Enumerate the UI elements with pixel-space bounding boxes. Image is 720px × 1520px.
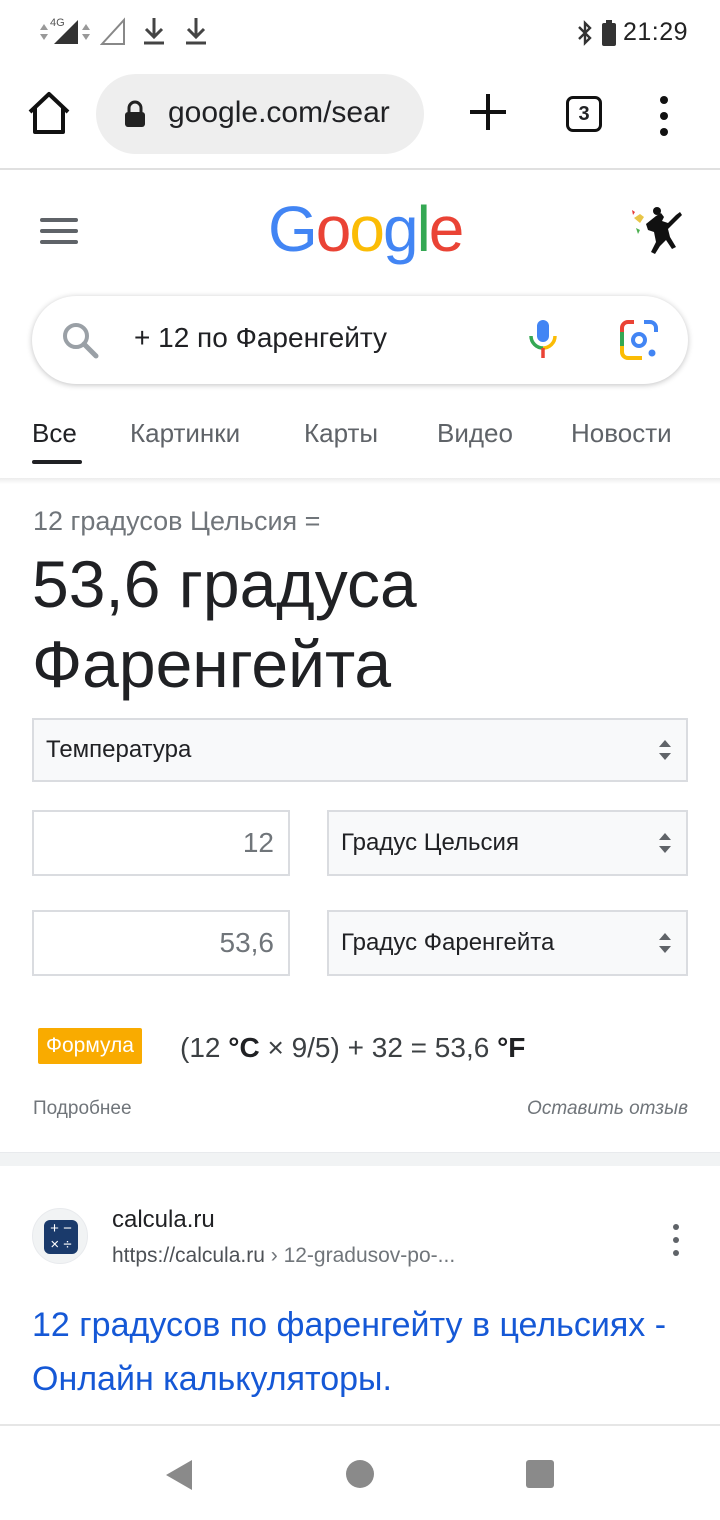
result-site-name[interactable]: calcula.ru — [112, 1206, 215, 1234]
system-nav-bar — [0, 1424, 720, 1520]
converter-subtitle: 12 градусов Цельсия = — [33, 506, 321, 536]
formula-text: (12 °C × 9/5) + 32 = 53,6 °F — [180, 1032, 526, 1063]
result-more-icon[interactable] — [668, 1222, 684, 1258]
from-value-input[interactable]: 12 — [32, 810, 290, 876]
tab-images[interactable]: Картинки — [130, 418, 240, 449]
microphone-icon[interactable] — [528, 318, 558, 360]
to-value-input[interactable]: 53,6 — [32, 910, 290, 976]
battery-icon — [601, 19, 616, 46]
download-icon — [144, 18, 164, 45]
logo-letter: o — [349, 193, 385, 265]
chevron-updown-icon — [659, 740, 671, 760]
from-unit-select[interactable]: Градус Цельсия — [327, 810, 688, 876]
avatar[interactable] — [626, 198, 688, 258]
search-box[interactable]: + 12 по Фаренгейту — [32, 296, 688, 384]
url-text: google.com/sear — [168, 96, 390, 129]
chevron-updown-icon — [659, 833, 671, 853]
site-favicon: + − × ÷ — [32, 1208, 88, 1264]
network-type: 4G — [50, 17, 65, 29]
download-icon-2 — [186, 18, 206, 45]
status-right: 21:29 — [575, 18, 688, 47]
more-vert-icon[interactable] — [650, 94, 678, 138]
url-bar[interactable]: google.com/sear — [96, 74, 424, 154]
google-lens-icon[interactable] — [618, 320, 660, 360]
recents-icon[interactable] — [526, 1460, 554, 1488]
new-tab-icon[interactable] — [466, 90, 510, 134]
from-unit-label: Градус Цельсия — [341, 829, 519, 856]
search-icon[interactable] — [60, 320, 100, 360]
browser-toolbar: google.com/sear 3 — [0, 66, 720, 170]
clock: 21:29 — [622, 18, 688, 46]
bluetooth-icon — [578, 19, 592, 46]
tab-count: 3 — [578, 102, 590, 125]
unit-type-select[interactable]: Температура — [32, 718, 688, 782]
status-bar: 4G 21:29 — [0, 0, 720, 66]
converter-result-line1: 53,6 градуса — [32, 547, 417, 621]
logo-letter: l — [416, 193, 431, 265]
back-icon[interactable] — [164, 1458, 194, 1492]
to-unit-label: Градус Фаренгейта — [341, 929, 555, 956]
from-value: 12 — [242, 827, 274, 858]
active-tab-indicator — [32, 460, 82, 464]
result-url[interactable]: https://calcula.ru › 12-gradusov-po-... — [112, 1244, 455, 1268]
search-query[interactable]: + 12 по Фаренгейту — [134, 322, 387, 354]
tab-all[interactable]: Все — [32, 418, 77, 449]
logo-letter: e — [428, 193, 465, 265]
home-icon[interactable] — [26, 90, 72, 136]
to-unit-select[interactable]: Градус Фаренгейта — [327, 910, 688, 976]
tab-video[interactable]: Видео — [437, 418, 513, 449]
tab-switcher-button[interactable]: 3 — [566, 96, 602, 132]
result-title-link[interactable]: 12 градусов по фаренгейту в цельсиях - О… — [32, 1298, 702, 1406]
more-info-link[interactable]: Подробнее — [33, 1098, 132, 1120]
logo-letter: g — [382, 193, 419, 265]
chevron-updown-icon — [659, 933, 671, 953]
tab-news[interactable]: Новости — [571, 418, 672, 449]
section-divider — [0, 1152, 720, 1166]
lock-icon — [125, 100, 145, 127]
converter-result-line2: Фаренгейта — [32, 627, 392, 701]
google-logo[interactable]: Google — [268, 192, 465, 266]
calculator-icon: + − × ÷ — [44, 1220, 78, 1254]
unit-type-label: Температура — [46, 736, 192, 763]
to-value: 53,6 — [219, 927, 275, 958]
search-tabs: Все Картинки Карты Видео Новости — [0, 410, 720, 478]
signal-4g-icon: 4G — [40, 17, 90, 44]
logo-letter: o — [315, 193, 352, 265]
tabs-divider — [0, 478, 720, 484]
status-left: 4G — [38, 14, 210, 48]
logo-letter: G — [268, 193, 318, 265]
feedback-link[interactable]: Оставить отзыв — [527, 1098, 688, 1120]
home-nav-icon[interactable] — [346, 1460, 374, 1488]
menu-icon[interactable] — [40, 218, 78, 244]
converter-result: 53,6 градуса Фаренгейта — [32, 544, 692, 704]
signal-empty-icon — [100, 17, 125, 45]
formula-badge: Формула — [38, 1028, 142, 1064]
tab-maps[interactable]: Карты — [304, 418, 378, 449]
